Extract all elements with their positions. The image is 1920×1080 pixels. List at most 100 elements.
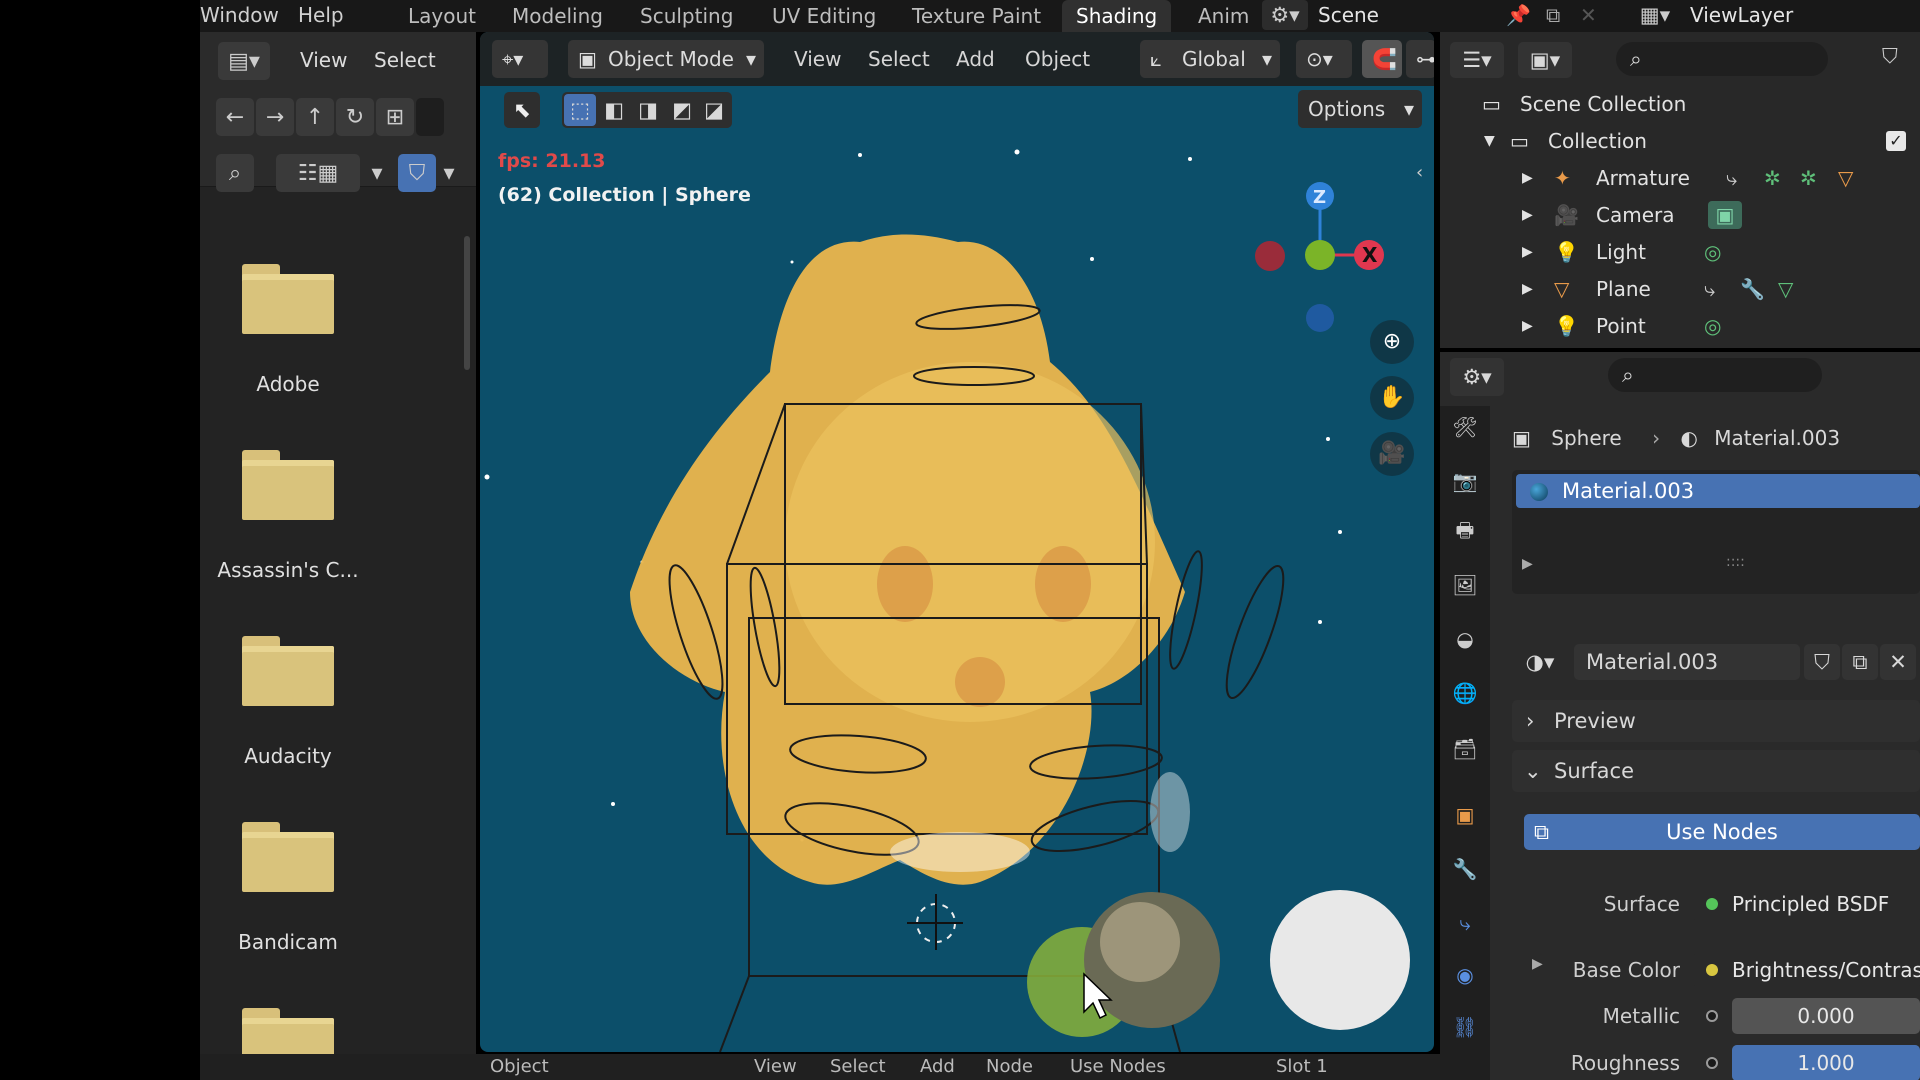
folder-label-adobe[interactable]: Adobe xyxy=(200,372,376,396)
forward-icon[interactable]: → xyxy=(256,98,294,136)
checkbox-icon[interactable]: ✓ xyxy=(1886,131,1906,151)
tab-shading[interactable]: Shading xyxy=(1062,0,1172,32)
tab-animation[interactable]: Anim xyxy=(1184,0,1263,32)
expand-arrow-icon[interactable]: ▶ xyxy=(1522,556,1533,572)
object-tab-icon[interactable]: ▣ xyxy=(1448,798,1482,832)
outliner-row-point[interactable]: ▶ 💡 Point ◎ xyxy=(1440,308,1920,344)
expand-arrow-icon[interactable]: ▶ xyxy=(1522,160,1533,196)
material-name-field[interactable]: Material.003 xyxy=(1574,644,1800,680)
folder-icon[interactable] xyxy=(242,450,334,520)
back-icon[interactable]: ← xyxy=(216,98,254,136)
outliner-row-camera[interactable]: ▶ 🎥 Camera ▣ xyxy=(1440,197,1920,233)
camera-view-icon[interactable]: 🎥 xyxy=(1370,432,1414,476)
expand-arrow-icon[interactable]: ▶ xyxy=(1522,271,1533,307)
particles-tab-icon[interactable]: ⤷ xyxy=(1448,906,1482,940)
navigation-gizmo[interactable]: X Z xyxy=(1254,142,1404,332)
menu-window[interactable]: Window xyxy=(200,0,279,30)
constraints-tab-icon[interactable]: ⛓ xyxy=(1448,1010,1482,1044)
tab-modeling[interactable]: Modeling xyxy=(498,0,617,32)
pan-hand-icon[interactable]: ✋ xyxy=(1370,376,1414,420)
outliner-row-armature[interactable]: ▶ ✦ Armature ⤷ ✲ ✲ ▽ xyxy=(1440,160,1920,196)
search-icon[interactable]: ⌕ xyxy=(216,154,254,192)
folder-label-assassins[interactable]: Assassin's C... xyxy=(200,558,376,582)
delete-scene-icon[interactable]: ✕ xyxy=(1580,0,1597,30)
outliner-row-plane[interactable]: ▶ ▽ Plane ⤷ 🔧 ▽ xyxy=(1440,271,1920,307)
outliner-row-scene-collection[interactable]: ▭ Scene Collection xyxy=(1440,86,1920,122)
expand-arrow-icon[interactable]: ▶ xyxy=(1522,234,1533,270)
modifier-tab-icon[interactable]: 🔧 xyxy=(1448,852,1482,886)
properties-search-input[interactable]: ⌕ xyxy=(1608,358,1822,392)
tab-layout[interactable]: Layout xyxy=(394,0,490,32)
output-tab-icon[interactable]: 🖶 xyxy=(1448,516,1482,550)
neg-z-axis-icon[interactable] xyxy=(1306,304,1334,332)
pin-icon[interactable]: 📌 xyxy=(1506,0,1531,30)
folder-icon[interactable] xyxy=(242,636,334,706)
filter-icon[interactable]: ⛉ xyxy=(1882,44,1898,69)
folder-label-audacity[interactable]: Audacity xyxy=(200,744,376,768)
folder-label-bandicam[interactable]: Bandicam xyxy=(200,930,376,954)
outliner-search-input[interactable]: ⌕ xyxy=(1616,42,1828,76)
outliner-row-collection[interactable]: ▼ ▭ Collection ✓ xyxy=(1440,123,1920,159)
tab-texture-paint[interactable]: Texture Paint xyxy=(898,0,1055,32)
unlink-icon[interactable]: ✕ xyxy=(1880,644,1916,680)
display-mode-icon[interactable]: ☷▦ xyxy=(276,154,360,192)
bottom-view-label[interactable]: View xyxy=(754,1056,797,1077)
bottom-node-label[interactable]: Node xyxy=(986,1056,1033,1077)
scrollbar[interactable] xyxy=(464,236,470,370)
preview-panel-header[interactable]: › Preview xyxy=(1512,700,1920,742)
y-axis-icon[interactable] xyxy=(1305,240,1335,270)
collection-tab-icon[interactable]: 🗃 xyxy=(1448,732,1482,766)
duplicate-icon[interactable]: ⧉ xyxy=(1842,644,1878,680)
neg-x-axis-icon[interactable] xyxy=(1255,241,1285,271)
metallic-slider[interactable]: 0.000 xyxy=(1732,998,1920,1034)
bottom-slot-label[interactable]: Slot 1 xyxy=(1276,1056,1328,1077)
scene-selector-icon[interactable]: ⚙▾ xyxy=(1262,0,1308,30)
bottom-add-label[interactable]: Add xyxy=(920,1056,955,1077)
chevron-down-icon[interactable]: ▾ xyxy=(366,154,388,192)
sidebar-toggle-icon[interactable]: ‹ xyxy=(1416,162,1423,183)
scene-name[interactable]: Scene xyxy=(1318,0,1379,30)
surface-shader-field[interactable]: Principled BSDF xyxy=(1694,886,1920,922)
resize-handle-icon[interactable]: :::: xyxy=(1726,554,1745,570)
parent-dir-icon[interactable]: ↑ xyxy=(296,98,334,136)
editor-type-icon[interactable]: ⚙▾ xyxy=(1450,358,1504,396)
folder-icon[interactable] xyxy=(242,822,334,892)
view-layer-name[interactable]: ViewLayer xyxy=(1690,0,1793,30)
tool-tab-icon[interactable]: 🛠 xyxy=(1448,410,1482,444)
new-scene-icon[interactable]: ⧉ xyxy=(1546,0,1560,30)
bottom-use-nodes-label[interactable]: Use Nodes xyxy=(1070,1056,1166,1077)
expand-arrow-icon[interactable]: ▼ xyxy=(1484,123,1495,159)
folder-icon[interactable] xyxy=(242,264,334,334)
filter-icon[interactable]: ⛉ xyxy=(398,154,436,192)
new-folder-icon[interactable]: ⊞ xyxy=(376,98,414,136)
view-layer-icon[interactable]: ▦▾ xyxy=(1632,0,1678,30)
path-field[interactable] xyxy=(416,98,444,136)
physics-tab-icon[interactable]: ◉ xyxy=(1448,958,1482,992)
refresh-icon[interactable]: ↻ xyxy=(336,98,374,136)
tab-sculpting[interactable]: Sculpting xyxy=(626,0,747,32)
base-color-field[interactable]: Brightness/Contras xyxy=(1694,952,1920,988)
outliner-row-light[interactable]: ▶ 💡 Light ◎ xyxy=(1440,234,1920,270)
render-tab-icon[interactable]: 📷 xyxy=(1448,464,1482,498)
zoom-icon[interactable]: ⊕ xyxy=(1370,320,1414,364)
world-tab-icon[interactable]: 🌐 xyxy=(1448,676,1482,710)
roughness-slider[interactable]: 1.000 xyxy=(1732,1045,1920,1080)
fake-user-icon[interactable]: ⛉ xyxy=(1804,644,1840,680)
fb-menu-view[interactable]: View xyxy=(300,48,347,72)
filter-chevron-icon[interactable]: ▾ xyxy=(438,154,460,192)
editor-type-icon[interactable]: ▤▾ xyxy=(218,42,270,80)
fb-menu-select[interactable]: Select xyxy=(374,48,436,72)
bottom-object-label[interactable]: Object xyxy=(490,1056,549,1077)
view-layer-tab-icon[interactable]: 🖼 xyxy=(1448,568,1482,602)
tab-uv-editing[interactable]: UV Editing xyxy=(758,0,890,32)
3d-viewport[interactable]: ⌖▾ ▣ Object Mode ▾ View Select Add Objec… xyxy=(480,32,1434,1052)
surface-panel-header[interactable]: ⌄ Surface xyxy=(1512,750,1920,792)
display-mode-icon[interactable]: ▣▾ xyxy=(1518,42,1572,78)
material-browse-icon[interactable]: ◑▾ xyxy=(1512,644,1568,680)
editor-type-icon[interactable]: ☰▾ xyxy=(1450,42,1504,78)
expand-arrow-icon[interactable]: ▶ xyxy=(1522,197,1533,233)
menu-help[interactable]: Help xyxy=(298,0,344,30)
material-slot-row[interactable]: Material.003 xyxy=(1516,474,1920,508)
scene-tab-icon[interactable]: ◒ xyxy=(1448,622,1482,656)
bottom-select-label[interactable]: Select xyxy=(830,1056,886,1077)
